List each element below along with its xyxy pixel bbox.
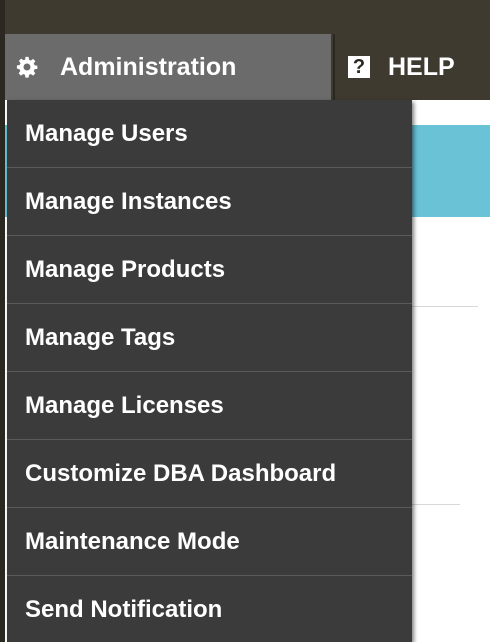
administration-dropdown-menu: Manage Users Manage Instances Manage Pro… — [7, 100, 412, 642]
question-icon: ? — [348, 56, 370, 78]
menu-item-manage-tags[interactable]: Manage Tags — [7, 304, 412, 372]
content-divider — [410, 504, 460, 505]
menu-item-manage-licenses[interactable]: Manage Licenses — [7, 372, 412, 440]
gear-icon — [16, 56, 38, 78]
nav-help-label: HELP — [388, 52, 455, 81]
nav-divider — [333, 34, 335, 100]
content-divider — [410, 306, 478, 307]
nav-administration[interactable]: Administration — [5, 34, 331, 100]
menu-item-manage-users[interactable]: Manage Users — [7, 100, 412, 168]
menu-item-label: Maintenance Mode — [25, 527, 240, 555]
menu-item-maintenance-mode[interactable]: Maintenance Mode — [7, 508, 412, 576]
app-frame: Administration ? HELP Manage Users Manag… — [0, 0, 490, 642]
menu-item-label: Manage Tags — [25, 323, 176, 351]
menu-item-label: Send Notification — [25, 596, 223, 623]
menu-item-label: Manage Users — [25, 119, 188, 147]
menu-item-label: Manage Products — [25, 255, 226, 283]
nav-administration-label: Administration — [60, 52, 237, 81]
menu-item-label: Manage Instances — [25, 187, 232, 215]
menu-item-manage-products[interactable]: Manage Products — [7, 236, 412, 304]
nav-help[interactable]: ? HELP — [336, 34, 490, 100]
menu-item-manage-instances[interactable]: Manage Instances — [7, 168, 412, 236]
menu-item-label: Customize DBA Dashboard — [25, 459, 337, 487]
menu-item-label: Manage Licenses — [25, 391, 224, 419]
menu-item-send-notification[interactable]: Send Notification — [7, 576, 412, 642]
menu-item-customize-dba-dashboard[interactable]: Customize DBA Dashboard — [7, 440, 412, 508]
